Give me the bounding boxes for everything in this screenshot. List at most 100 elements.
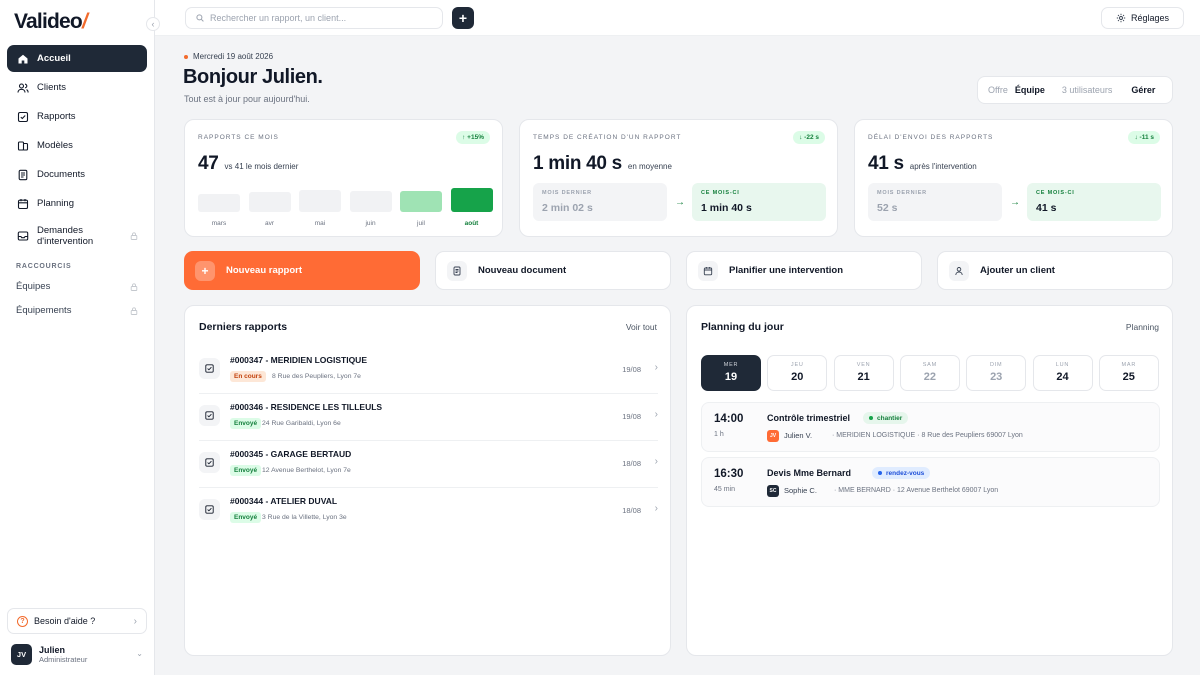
chevron-right-icon: › (654, 362, 658, 373)
day-selector-24[interactable]: LUN 24 (1032, 355, 1093, 391)
logo-slash-mark: / (81, 10, 88, 33)
sidebar-item-label: Rapports (37, 111, 76, 122)
event-tag: chantier (863, 412, 909, 424)
table-row[interactable]: #000347 - MERIDIEN LOGISTIQUE En cours 8 R… (199, 347, 658, 394)
lock-icon (130, 307, 138, 315)
help-icon: ? (17, 615, 28, 627)
previous-month-box: MOIS DERNIER 2 min 02 s (533, 183, 667, 221)
sidebar-item-rapports[interactable]: Rapports (7, 103, 147, 130)
status-dot (184, 54, 188, 59)
sidebar-item-planning[interactable]: Planning (7, 190, 147, 217)
table-row[interactable]: #000345 - GARAGE BERTAUD Envoyé 12 Avenue … (199, 441, 658, 488)
user-icon (949, 260, 969, 281)
check-square-icon (199, 452, 220, 473)
report-title: #000344 - ATELIER DUVAL (230, 496, 338, 506)
day-number: 19 (724, 371, 738, 383)
manage-plan-button[interactable]: Gérer (1131, 85, 1155, 95)
offer-label: Offre (988, 85, 1008, 95)
shortcut-equipements[interactable]: Équipements (16, 305, 138, 316)
arrow-right-icon: → (1010, 197, 1020, 208)
day-selector-22[interactable]: SAM 22 (899, 355, 960, 391)
help-button[interactable]: ? Besoin d'aide ? › (7, 608, 147, 634)
home-icon (17, 53, 29, 65)
chart-tick-label: juil (417, 220, 425, 227)
see-all-link[interactable]: Voir tout (626, 322, 657, 332)
compare-label: MOIS DERNIER (542, 190, 592, 196)
search-icon (196, 14, 204, 22)
recent-reports-panel: Derniers rapports Voir tout #000347 - ME… (184, 305, 671, 656)
kpi-creation-time-card: TEMPS DE CRÉATION D'UN RAPPORT ↓ -22 s 1… (519, 119, 838, 237)
table-row[interactable]: #000344 - ATELIER DUVAL Envoyé 3 Rue de la… (199, 488, 658, 535)
sidebar: Valideo/ ‹ Accueil Clients Rapports Modè… (0, 0, 160, 675)
previous-month-box: MOIS DERNIER 52 s (868, 183, 1002, 221)
day-selector-21[interactable]: VEN 21 (833, 355, 894, 391)
planning-event[interactable]: 16:30 45 min Devis Mme Bernard rendez-vous S… (701, 457, 1160, 507)
lock-icon (130, 283, 138, 291)
sidebar-item-demandes[interactable]: Demandes d'intervention (7, 219, 147, 253)
kpi-send-delay-card: DÉLAI D'ENVOI DES RAPPORTS ↓ -11 s 41 s a… (854, 119, 1173, 237)
chevron-down-icon: ⌄ (136, 649, 143, 658)
user-role: Administrateur (39, 654, 88, 664)
shortcuts-heading: RACCOURCIS (16, 263, 72, 270)
kpi-suffix: après l'intervention (909, 162, 977, 171)
top-bar: Rechercher un rapport, un client... + Ré… (155, 0, 1200, 36)
day-name: SAM (922, 362, 938, 368)
compare-label: MOIS DERNIER (877, 190, 927, 196)
schedule-intervention-button[interactable]: Planifier une intervention (686, 251, 922, 290)
new-report-button[interactable]: + Nouveau rapport (184, 251, 420, 290)
chevron-right-icon: › (654, 503, 658, 514)
app-logo[interactable]: Valideo/ (14, 10, 88, 34)
report-title: #000346 - RESIDENCE LES TILLEULS (230, 402, 383, 412)
chart-bar (400, 190, 442, 212)
day-number: 22 (923, 371, 937, 383)
chevron-left-icon[interactable]: ‹ (146, 17, 160, 31)
sidebar-item-documents[interactable]: Documents (7, 161, 147, 188)
quick-add-button[interactable]: + (452, 7, 474, 29)
compare-label: CE MOIS-CI (1036, 190, 1075, 196)
day-number: 23 (990, 371, 1003, 383)
kpi-number: 1 min 40 s (533, 153, 622, 174)
compare-value: 52 s (877, 202, 898, 214)
day-selector-20[interactable]: JEU 20 (767, 355, 828, 391)
event-assignee: Sophie C. (784, 486, 817, 495)
avatar: JV (11, 643, 32, 665)
day-name: MAR (1121, 362, 1137, 368)
status-badge: Envoyé (230, 512, 262, 523)
day-number: 21 (857, 371, 870, 383)
chart-bar (450, 187, 493, 212)
document-icon (17, 169, 29, 181)
chart-bar (198, 194, 240, 212)
report-date: 18/08 (622, 506, 641, 515)
shortcut-equipes[interactable]: Équipes (16, 281, 138, 292)
day-selector-25[interactable]: MAR 25 (1098, 355, 1159, 391)
chevron-right-icon: › (654, 409, 658, 420)
sidebar-item-clients[interactable]: Clients (7, 74, 147, 101)
report-date: 19/08 (622, 412, 641, 421)
planning-event[interactable]: 14:00 1 h Contrôle trimestriel chantier JV Ju… (701, 402, 1160, 452)
planning-link[interactable]: Planning (1126, 322, 1159, 332)
day-selector-19[interactable]: MER 19 (701, 355, 761, 391)
sidebar-item-modeles[interactable]: Modèles (7, 132, 147, 159)
sidebar-item-label: Accueil (37, 53, 71, 64)
search-input[interactable]: Rechercher un rapport, un client... (185, 7, 443, 29)
sidebar-item-accueil[interactable]: Accueil (7, 45, 147, 72)
daily-planning-panel: Planning du jour Planning MER 19 JEU 20 VEN 2… (686, 305, 1173, 656)
avatar: JV (767, 430, 779, 442)
calendar-icon (17, 198, 29, 210)
report-title: #000345 - GARAGE BERTAUD (230, 449, 352, 459)
new-document-button[interactable]: Nouveau document (435, 251, 671, 290)
plan-summary: Offre Équipe 3 utilisateurs Gérer (977, 76, 1173, 104)
current-month-box: CE MOIS-CI 41 s (1027, 183, 1161, 221)
chevron-right-icon: › (654, 456, 658, 467)
day-name: JEU (790, 362, 804, 368)
sidebar-item-label: Planning (37, 198, 74, 209)
add-client-button[interactable]: Ajouter un client (937, 251, 1173, 290)
offer-value: Équipe (1014, 85, 1045, 95)
user-name: Julien (39, 644, 66, 655)
user-menu[interactable]: JV Julien Administrateur ⌄ (11, 642, 147, 666)
status-badge: Envoyé (230, 465, 262, 476)
arrow-right-icon: → (675, 197, 685, 208)
day-selector-23[interactable]: DIM 23 (966, 355, 1027, 391)
table-row[interactable]: #000346 - RESIDENCE LES TILLEULS Envoyé 24… (199, 394, 658, 441)
settings-button[interactable]: Réglages (1101, 7, 1184, 29)
